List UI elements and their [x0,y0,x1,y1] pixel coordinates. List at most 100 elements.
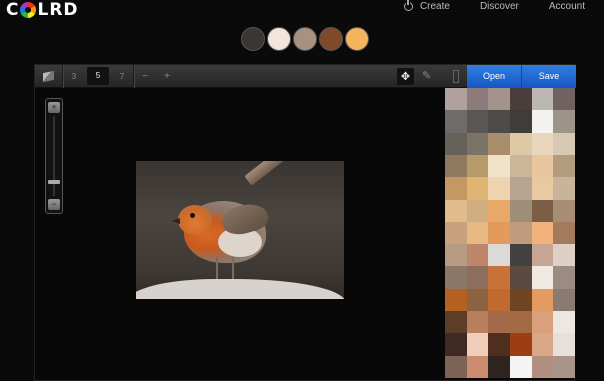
open-button[interactable]: Open [467,65,521,88]
mosaic-cell[interactable] [488,88,510,111]
mosaic-cell[interactable] [531,88,554,111]
mosaic-cell[interactable] [531,177,554,200]
mosaic-cell[interactable] [488,244,510,267]
photo-canvas[interactable] [136,161,344,299]
mosaic-cell[interactable] [488,266,510,289]
zoom-slider[interactable]: + − [45,98,63,214]
size-option-5[interactable]: 5 [87,67,109,85]
mosaic-cell[interactable] [553,266,575,289]
palette-swatch[interactable] [267,27,291,51]
mosaic-cell[interactable] [553,88,575,111]
mosaic-cell[interactable] [531,132,554,155]
mosaic-cell[interactable] [531,154,554,178]
size-option-3[interactable]: 3 [63,65,85,88]
mosaic-cell[interactable] [531,266,554,289]
mosaic-cell[interactable] [509,154,532,178]
mosaic-cell[interactable] [531,288,554,312]
mosaic-cell[interactable] [466,132,489,155]
nav-account[interactable]: Account [549,1,585,12]
decrease-button[interactable]: − [134,71,156,82]
mosaic-cell[interactable] [445,88,467,111]
mosaic-cell[interactable] [509,288,532,312]
eyedropper-icon[interactable] [453,70,459,83]
mosaic-cell[interactable] [445,266,467,289]
mosaic-cell[interactable] [488,333,510,356]
mosaic-cell[interactable] [509,244,532,267]
zoom-out-button[interactable]: − [48,199,60,210]
mosaic-cell[interactable] [531,355,554,378]
mosaic-cell[interactable] [553,355,575,378]
mosaic-cell[interactable] [445,333,467,356]
mosaic-cell[interactable] [466,311,489,334]
cube-icon[interactable] [43,70,54,82]
mosaic-cell[interactable] [553,132,575,155]
mosaic-cell[interactable] [466,110,489,133]
mosaic-cell[interactable] [466,266,489,289]
mosaic-cell[interactable] [445,177,467,200]
mosaic-cell[interactable] [509,221,532,245]
zoom-in-button[interactable]: + [48,102,60,113]
mosaic-cell[interactable] [531,244,554,267]
mosaic-cell[interactable] [466,288,489,312]
pencil-icon[interactable]: ✎ [422,69,431,82]
mosaic-cell[interactable] [509,199,532,222]
mosaic-cell[interactable] [531,221,554,245]
mosaic-cell[interactable] [466,244,489,267]
mosaic-cell[interactable] [509,266,532,289]
mosaic-cell[interactable] [466,221,489,245]
palette-swatch[interactable] [241,27,265,51]
mosaic-cell[interactable] [509,132,532,155]
mosaic-cell[interactable] [466,154,489,178]
mosaic-cell[interactable] [445,199,467,222]
mosaic-cell[interactable] [553,110,575,133]
mosaic-cell[interactable] [488,311,510,334]
save-button[interactable]: Save [521,65,576,88]
mosaic-cell[interactable] [488,110,510,133]
mosaic-cell[interactable] [445,355,467,378]
mosaic-cell[interactable] [488,221,510,245]
mosaic-cell[interactable] [509,110,532,133]
mosaic-cell[interactable] [509,177,532,200]
mosaic-cell[interactable] [553,177,575,200]
mosaic-cell[interactable] [466,199,489,222]
move-tool-icon[interactable]: ✥ [397,68,414,85]
mosaic-cell[interactable] [531,333,554,356]
mosaic-cell[interactable] [488,288,510,312]
mosaic-cell[interactable] [445,288,467,312]
mosaic-cell[interactable] [445,244,467,267]
mosaic-cell[interactable] [531,110,554,133]
app-logo[interactable]: C LRD [6,0,79,20]
mosaic-cell[interactable] [445,154,467,178]
palette-swatch[interactable] [319,27,343,51]
palette-swatch[interactable] [345,27,369,51]
nav-create[interactable]: Create [403,0,450,12]
size-option-7[interactable]: 7 [111,65,133,88]
mosaic-cell[interactable] [531,311,554,334]
mosaic-cell[interactable] [466,88,489,111]
increase-button[interactable]: + [156,71,178,82]
mosaic-cell[interactable] [488,199,510,222]
mosaic-cell[interactable] [553,199,575,222]
mosaic-cell[interactable] [488,355,510,378]
mosaic-cell[interactable] [509,88,532,111]
mosaic-cell[interactable] [466,355,489,378]
mosaic-cell[interactable] [488,177,510,200]
mosaic-cell[interactable] [509,333,532,356]
mosaic-cell[interactable] [445,221,467,245]
mosaic-cell[interactable] [445,110,467,133]
zoom-thumb[interactable] [48,179,60,184]
mosaic-cell[interactable] [553,221,575,245]
mosaic-cell[interactable] [553,244,575,267]
mosaic-cell[interactable] [488,154,510,178]
nav-discover[interactable]: Discover [480,1,519,12]
mosaic-cell[interactable] [466,333,489,356]
mosaic-cell[interactable] [531,199,554,222]
mosaic-cell[interactable] [445,311,467,334]
palette-swatch[interactable] [293,27,317,51]
mosaic-cell[interactable] [553,333,575,356]
mosaic-cell[interactable] [553,288,575,312]
mosaic-cell[interactable] [509,355,532,378]
zoom-track[interactable] [53,116,55,196]
mosaic-cell[interactable] [553,154,575,178]
mosaic-cell[interactable] [488,132,510,155]
